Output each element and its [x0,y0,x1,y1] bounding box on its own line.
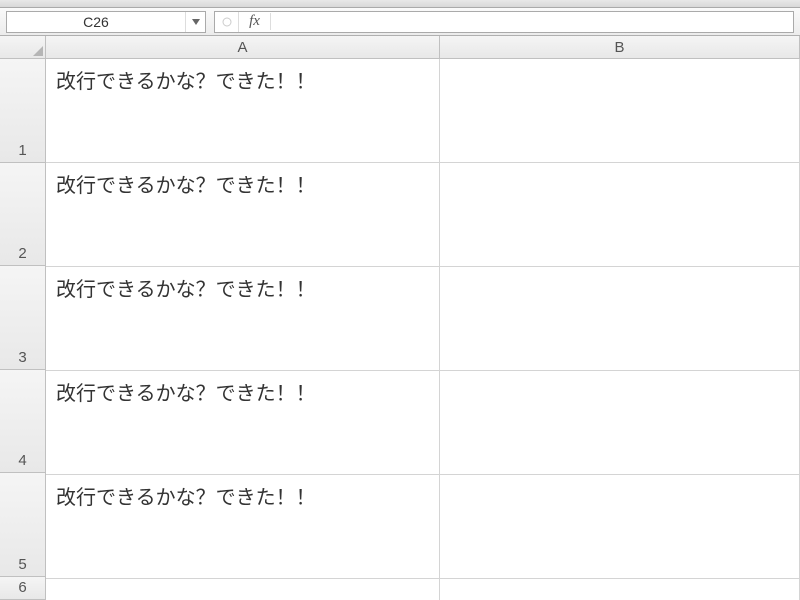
cell-b1[interactable] [440,59,800,163]
top-toolbar-strip [0,0,800,8]
select-all-corner[interactable] [0,36,46,59]
name-box-value: C26 [7,14,185,30]
formula-bar: C26 fx [0,8,800,36]
name-box[interactable]: C26 [6,11,206,33]
cell-b3[interactable] [440,267,800,371]
cell-b4[interactable] [440,371,800,475]
chevron-down-icon [192,19,200,25]
cell-b5[interactable] [440,475,800,579]
table-row [46,579,800,600]
column-header-b[interactable]: B [440,36,800,59]
cell-a3[interactable]: 改行できるかな？できた！！ [46,267,440,371]
formula-input[interactable] [271,12,793,32]
row-header-6[interactable]: 6 [0,577,46,600]
circle-icon [222,17,232,27]
cells-area: 改行できるかな？できた！！ 改行できるかな？できた！！ 改行できるかな？できた！… [46,59,800,600]
column-header-a[interactable]: A [46,36,440,59]
table-row: 改行できるかな？できた！！ [46,267,800,371]
cell-a1[interactable]: 改行できるかな？できた！！ [46,59,440,163]
cell-a4[interactable]: 改行できるかな？できた！！ [46,371,440,475]
table-row: 改行できるかな？できた！！ [46,59,800,163]
table-row: 改行できるかな？できた！！ [46,371,800,475]
table-row: 改行できるかな？できた！！ [46,475,800,579]
cell-a6[interactable] [46,579,440,600]
table-row: 改行できるかな？できた！！ [46,163,800,267]
cell-b2[interactable] [440,163,800,267]
row-header-5[interactable]: 5 [0,473,46,577]
row-header-4[interactable]: 4 [0,370,46,474]
row-headers: 1 2 3 4 5 6 [0,59,46,600]
spreadsheet-grid: A B 1 2 3 4 5 6 改行できるかな？できた！！ 改行できるかな？でき… [0,36,800,600]
formula-cancel-button [215,12,239,32]
cell-a2[interactable]: 改行できるかな？できた！！ [46,163,440,267]
formula-section: fx [214,11,794,33]
insert-function-button[interactable]: fx [239,13,271,30]
cell-a5[interactable]: 改行できるかな？できた！！ [46,475,440,579]
name-box-dropdown[interactable] [185,12,205,32]
row-header-3[interactable]: 3 [0,266,46,370]
grid-body: 1 2 3 4 5 6 改行できるかな？できた！！ 改行できるかな？できた！！ … [0,59,800,600]
row-header-2[interactable]: 2 [0,163,46,267]
column-headers: A B [0,36,800,59]
cell-b6[interactable] [440,579,800,600]
row-header-1[interactable]: 1 [0,59,46,163]
